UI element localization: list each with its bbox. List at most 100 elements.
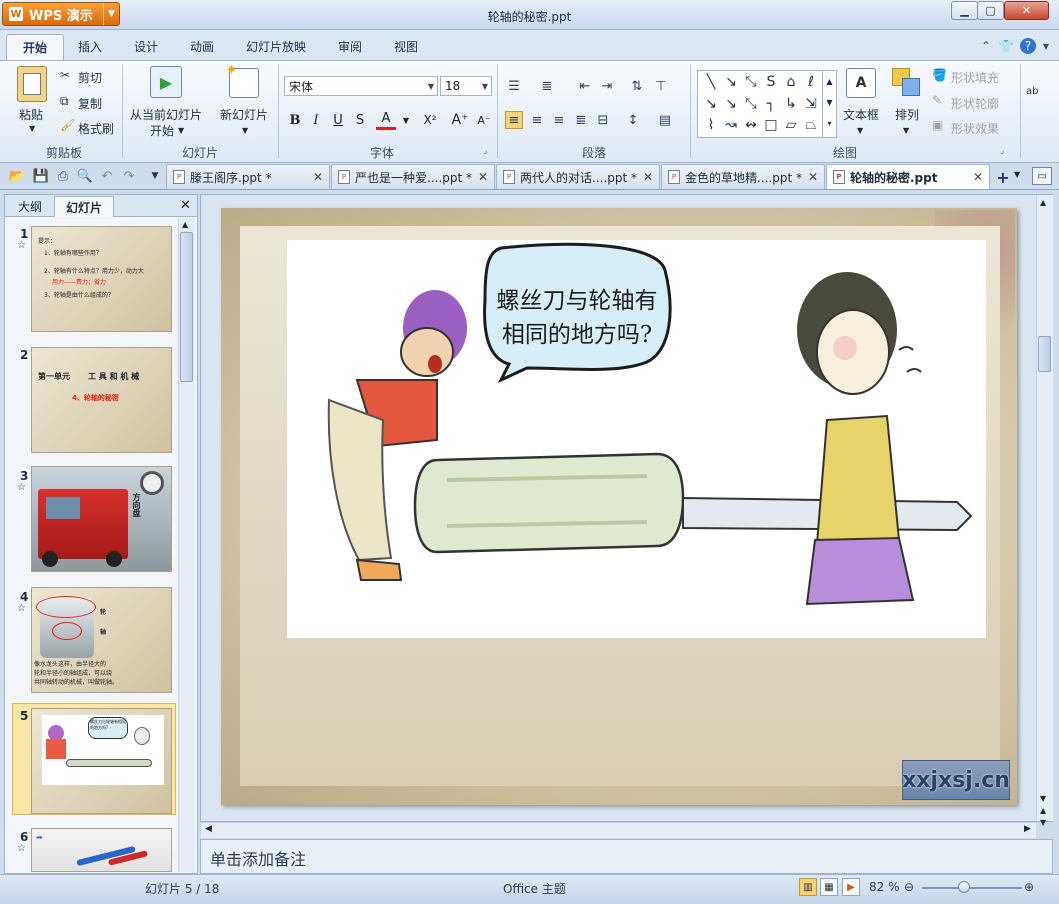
tab-animation[interactable]: 动画	[190, 38, 214, 55]
redo-icon[interactable]: ↷	[120, 167, 138, 185]
chevron-up-icon[interactable]: ⌃	[978, 38, 994, 54]
vertical-scrollbar[interactable]	[1036, 195, 1053, 821]
next-slide-icon[interactable]: ▼	[1040, 818, 1046, 827]
doc-tab[interactable]: P 两代人的对话....ppt * ✕	[496, 164, 660, 189]
format-painter-button[interactable]: 格式刷	[78, 120, 114, 137]
maximize-button[interactable]: ▢	[977, 1, 1004, 20]
align-left-icon[interactable]: ≡	[505, 111, 523, 129]
freeform-shape-icon[interactable]: ⌂	[782, 73, 800, 91]
dialog-launcher-icon[interactable]: ⌟	[1000, 146, 1004, 156]
notes-placeholder[interactable]: 单击添加备注	[210, 846, 306, 870]
text-shadow-button[interactable]: S	[350, 110, 370, 130]
chevron-down-icon[interactable]: ▼	[29, 124, 35, 133]
scroll-down-icon[interactable]: ▼	[1040, 794, 1046, 803]
chevron-down-icon[interactable]: ▼	[1014, 170, 1020, 179]
notes-pane[interactable]	[200, 839, 1053, 874]
double-arrow-shape-icon[interactable]: ⤡	[742, 73, 760, 91]
slide-thumbnail-1[interactable]: 提示： 1、轮轴有哪些作用？ 2、轮轴有什么特点？用力少，动力大 用力——费力；…	[31, 226, 172, 332]
previous-slide-icon[interactable]: ▲	[1040, 806, 1046, 815]
minimize-button[interactable]: ▁	[951, 1, 978, 20]
tab-slides[interactable]: 幻灯片	[54, 196, 114, 217]
close-icon[interactable]: ✕	[313, 170, 323, 184]
zoom-in-icon[interactable]: ⊕	[1024, 880, 1034, 894]
tab-review[interactable]: 审阅	[338, 38, 362, 55]
textbox-button[interactable]: 文本框	[843, 106, 879, 123]
decrease-font-size-button[interactable]: A⁻	[474, 110, 494, 130]
tab-insert[interactable]: 插入	[78, 38, 102, 55]
tab-design[interactable]: 设计	[134, 38, 158, 55]
shape-outline-button[interactable]: 形状轮廓	[951, 95, 999, 112]
tab-slideshow[interactable]: 幻灯片放映	[246, 38, 306, 55]
bold-button[interactable]: B	[285, 110, 305, 130]
step-arrow-connector-icon[interactable]: ↳	[782, 95, 800, 113]
new-slide-button[interactable]: 新幻灯片	[220, 106, 268, 123]
columns-icon[interactable]: ▤	[656, 111, 674, 129]
italic-button[interactable]: I	[306, 110, 326, 130]
chevron-down-icon[interactable]: ▼	[903, 126, 909, 135]
elbow-connector-icon[interactable]: ↘	[702, 95, 720, 113]
undo-icon[interactable]: ↶	[98, 167, 116, 185]
format-painter-icon[interactable]: 🖌	[60, 118, 75, 132]
curve-shape-icon[interactable]: S	[762, 73, 780, 91]
elbow-arrow-connector-icon[interactable]: ↘	[722, 95, 740, 113]
doc-tab[interactable]: P 滕王阁序.ppt * ✕	[166, 164, 330, 189]
cut-button[interactable]: 剪切	[78, 69, 102, 86]
line-shape-icon[interactable]: ╲	[702, 73, 720, 91]
scribble-shape-icon[interactable]: ℓ	[802, 73, 820, 91]
justify-icon[interactable]: ≣	[572, 111, 590, 129]
underline-button[interactable]: U	[328, 110, 348, 130]
new-slide-icon[interactable]: ✷	[226, 63, 259, 98]
normal-view-icon[interactable]: ▥	[799, 878, 817, 896]
tab-home[interactable]: 开始	[6, 34, 64, 60]
slide-thumbnail-4[interactable]: 轮 轴 像水龙头这样，由半径大的 轮和半径小的轴组成，可以绕 共同轴转动的机械，…	[31, 587, 172, 693]
rectangle-shape-icon[interactable]: □	[762, 116, 780, 134]
paste-button[interactable]: 粘贴	[19, 106, 43, 123]
decrease-indent-icon[interactable]: ⇤	[576, 77, 594, 95]
trapezoid-shape-icon[interactable]: ⏢	[802, 116, 820, 134]
font-name-select[interactable]: 宋体 ▼	[284, 76, 438, 96]
shape-fill-button[interactable]: 形状填充	[951, 69, 999, 86]
cartoon-picture[interactable]: 螺丝刀与轮轴有 相同的地方吗?	[287, 240, 986, 638]
step-connector-icon[interactable]: ┐	[762, 95, 780, 113]
dialog-launcher-icon[interactable]: ⌟	[483, 146, 487, 156]
zoom-slider-thumb[interactable]	[958, 881, 970, 893]
chevron-down-icon[interactable]: ▼	[857, 126, 863, 135]
superscript-button[interactable]: X²	[420, 110, 440, 130]
scroll-up-icon[interactable]: ▲	[182, 220, 188, 229]
distribute-icon[interactable]: ⊟	[594, 111, 612, 129]
numbering-icon[interactable]: ≣	[538, 77, 556, 95]
from-current-slide-button[interactable]: 从当前幻灯片	[130, 106, 202, 123]
curved-connector-icon[interactable]: ⌇	[702, 116, 720, 134]
copy-icon[interactable]: ⧉	[60, 94, 69, 109]
font-size-select[interactable]: 18 ▼	[440, 76, 492, 96]
align-center-icon[interactable]: ≡	[528, 111, 546, 129]
doc-tab[interactable]: P 严也是一种爱....ppt * ✕	[331, 164, 495, 189]
slide-thumbnail-3[interactable]: 方向盘	[31, 466, 172, 572]
curved-double-arrow-icon[interactable]: ↭	[742, 116, 760, 134]
align-right-icon[interactable]: ≡	[550, 111, 568, 129]
text-direction-icon[interactable]: ⇅	[628, 77, 646, 95]
chevron-down-icon[interactable]: ▼	[396, 110, 416, 130]
help-dropdown-icon[interactable]: ▼	[1038, 38, 1054, 54]
shapes-gallery-scroll[interactable]: ▲ ▼ ▾	[822, 71, 836, 137]
double-elbow-connector-icon[interactable]: ⤡	[742, 95, 760, 113]
increase-indent-icon[interactable]: ⇥	[598, 77, 616, 95]
curved-arrow-connector-icon[interactable]: ↝	[722, 116, 740, 134]
close-icon[interactable]: ✕	[643, 170, 653, 184]
line-spacing-icon[interactable]: ↕	[624, 111, 642, 129]
cut-icon[interactable]: ✂	[60, 68, 70, 82]
shape-fill-icon[interactable]: 🪣	[932, 68, 947, 82]
doc-tab-active[interactable]: P 轮轴的秘密.ppt ✕	[826, 164, 990, 189]
tab-outline[interactable]: 大纲	[6, 196, 54, 217]
step-double-arrow-icon[interactable]: ⇲	[802, 95, 820, 113]
slide-thumbnail-5[interactable]: 螺丝刀与轮轴有相同的地方吗?	[31, 708, 172, 814]
arrange-icon[interactable]	[892, 68, 922, 98]
wordart-icon[interactable]: ab	[1026, 86, 1038, 97]
increase-font-size-button[interactable]: A⁺	[450, 110, 470, 130]
print-icon[interactable]: ⎙	[54, 167, 72, 185]
slide-thumbnail-6[interactable]: ➡	[31, 828, 172, 872]
slide-sorter-view-icon[interactable]: ▦	[820, 878, 838, 896]
shape-effect-button[interactable]: 形状效果	[951, 120, 999, 137]
tab-view[interactable]: 视图	[394, 38, 418, 55]
copy-button[interactable]: 复制	[78, 95, 102, 112]
